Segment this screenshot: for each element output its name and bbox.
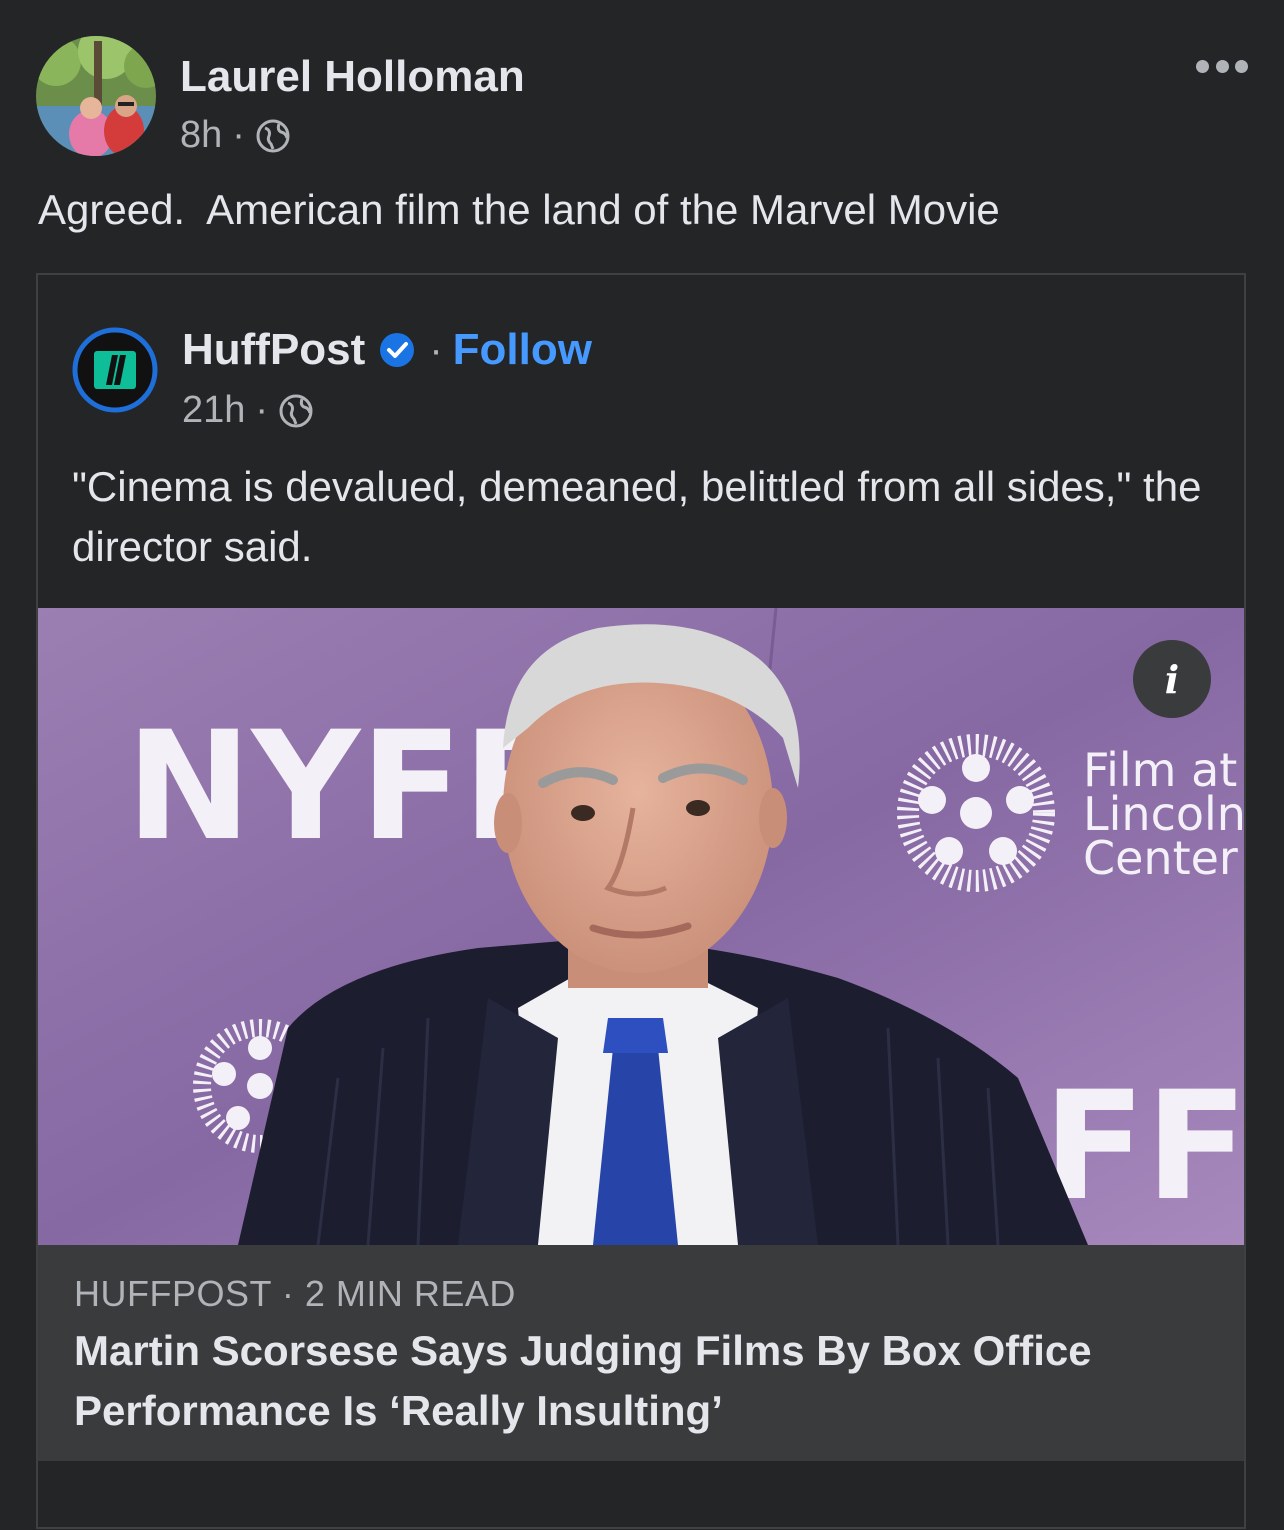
more-dot-icon	[1215, 59, 1229, 73]
article-image[interactable]: NYFF Film at Lincoln Center FF	[38, 608, 1246, 1245]
more-dot-icon	[1196, 59, 1209, 73]
shared-post-meta: 21h ·	[182, 389, 314, 432]
link-title[interactable]: Martin Scorsese Says Judging Films By Bo…	[74, 1321, 1214, 1441]
page-name-row: HuffPost · Follow	[182, 325, 592, 375]
follow-button[interactable]: Follow	[453, 325, 592, 375]
info-button[interactable]: i	[1133, 640, 1211, 718]
post-time[interactable]: 8h	[180, 114, 222, 157]
more-dot-icon	[1235, 59, 1248, 73]
facebook-post: Laurel Holloman 8h · Agreed. American fi…	[0, 0, 1284, 1530]
globe-icon[interactable]	[278, 393, 314, 429]
link-preview[interactable]: HUFFPOST · 2 MIN READ Martin Scorsese Sa…	[38, 1245, 1244, 1461]
author-avatar[interactable]	[36, 36, 156, 156]
shared-post-time[interactable]: 21h	[182, 389, 245, 432]
huffpost-logo[interactable]	[72, 327, 158, 413]
post-meta: 8h ·	[180, 114, 291, 157]
link-source: HUFFPOST · 2 MIN READ	[74, 1273, 516, 1314]
shared-post-card: HuffPost · Follow 21h · "Cinema is deval…	[36, 273, 1246, 1529]
verified-badge-icon	[380, 333, 415, 367]
shared-post-text: "Cinema is devalued, demeaned, belittled…	[72, 463, 1202, 570]
globe-icon[interactable]	[255, 118, 291, 154]
backdrop-center-text: Center	[1083, 831, 1238, 885]
more-options-button[interactable]	[1196, 54, 1248, 78]
backdrop-nyff-text: NYFF	[126, 700, 565, 874]
meta-separator: ·	[255, 389, 269, 431]
backdrop-ff-text: FF	[1043, 1060, 1246, 1234]
post-text: Agreed. American film the land of the Ma…	[38, 186, 1000, 233]
author-name[interactable]: Laurel Holloman	[180, 52, 525, 102]
follow-separator: ·	[429, 327, 443, 372]
meta-separator: ·	[232, 114, 245, 156]
info-icon: i	[1164, 656, 1180, 702]
page-name[interactable]: HuffPost	[182, 325, 365, 375]
